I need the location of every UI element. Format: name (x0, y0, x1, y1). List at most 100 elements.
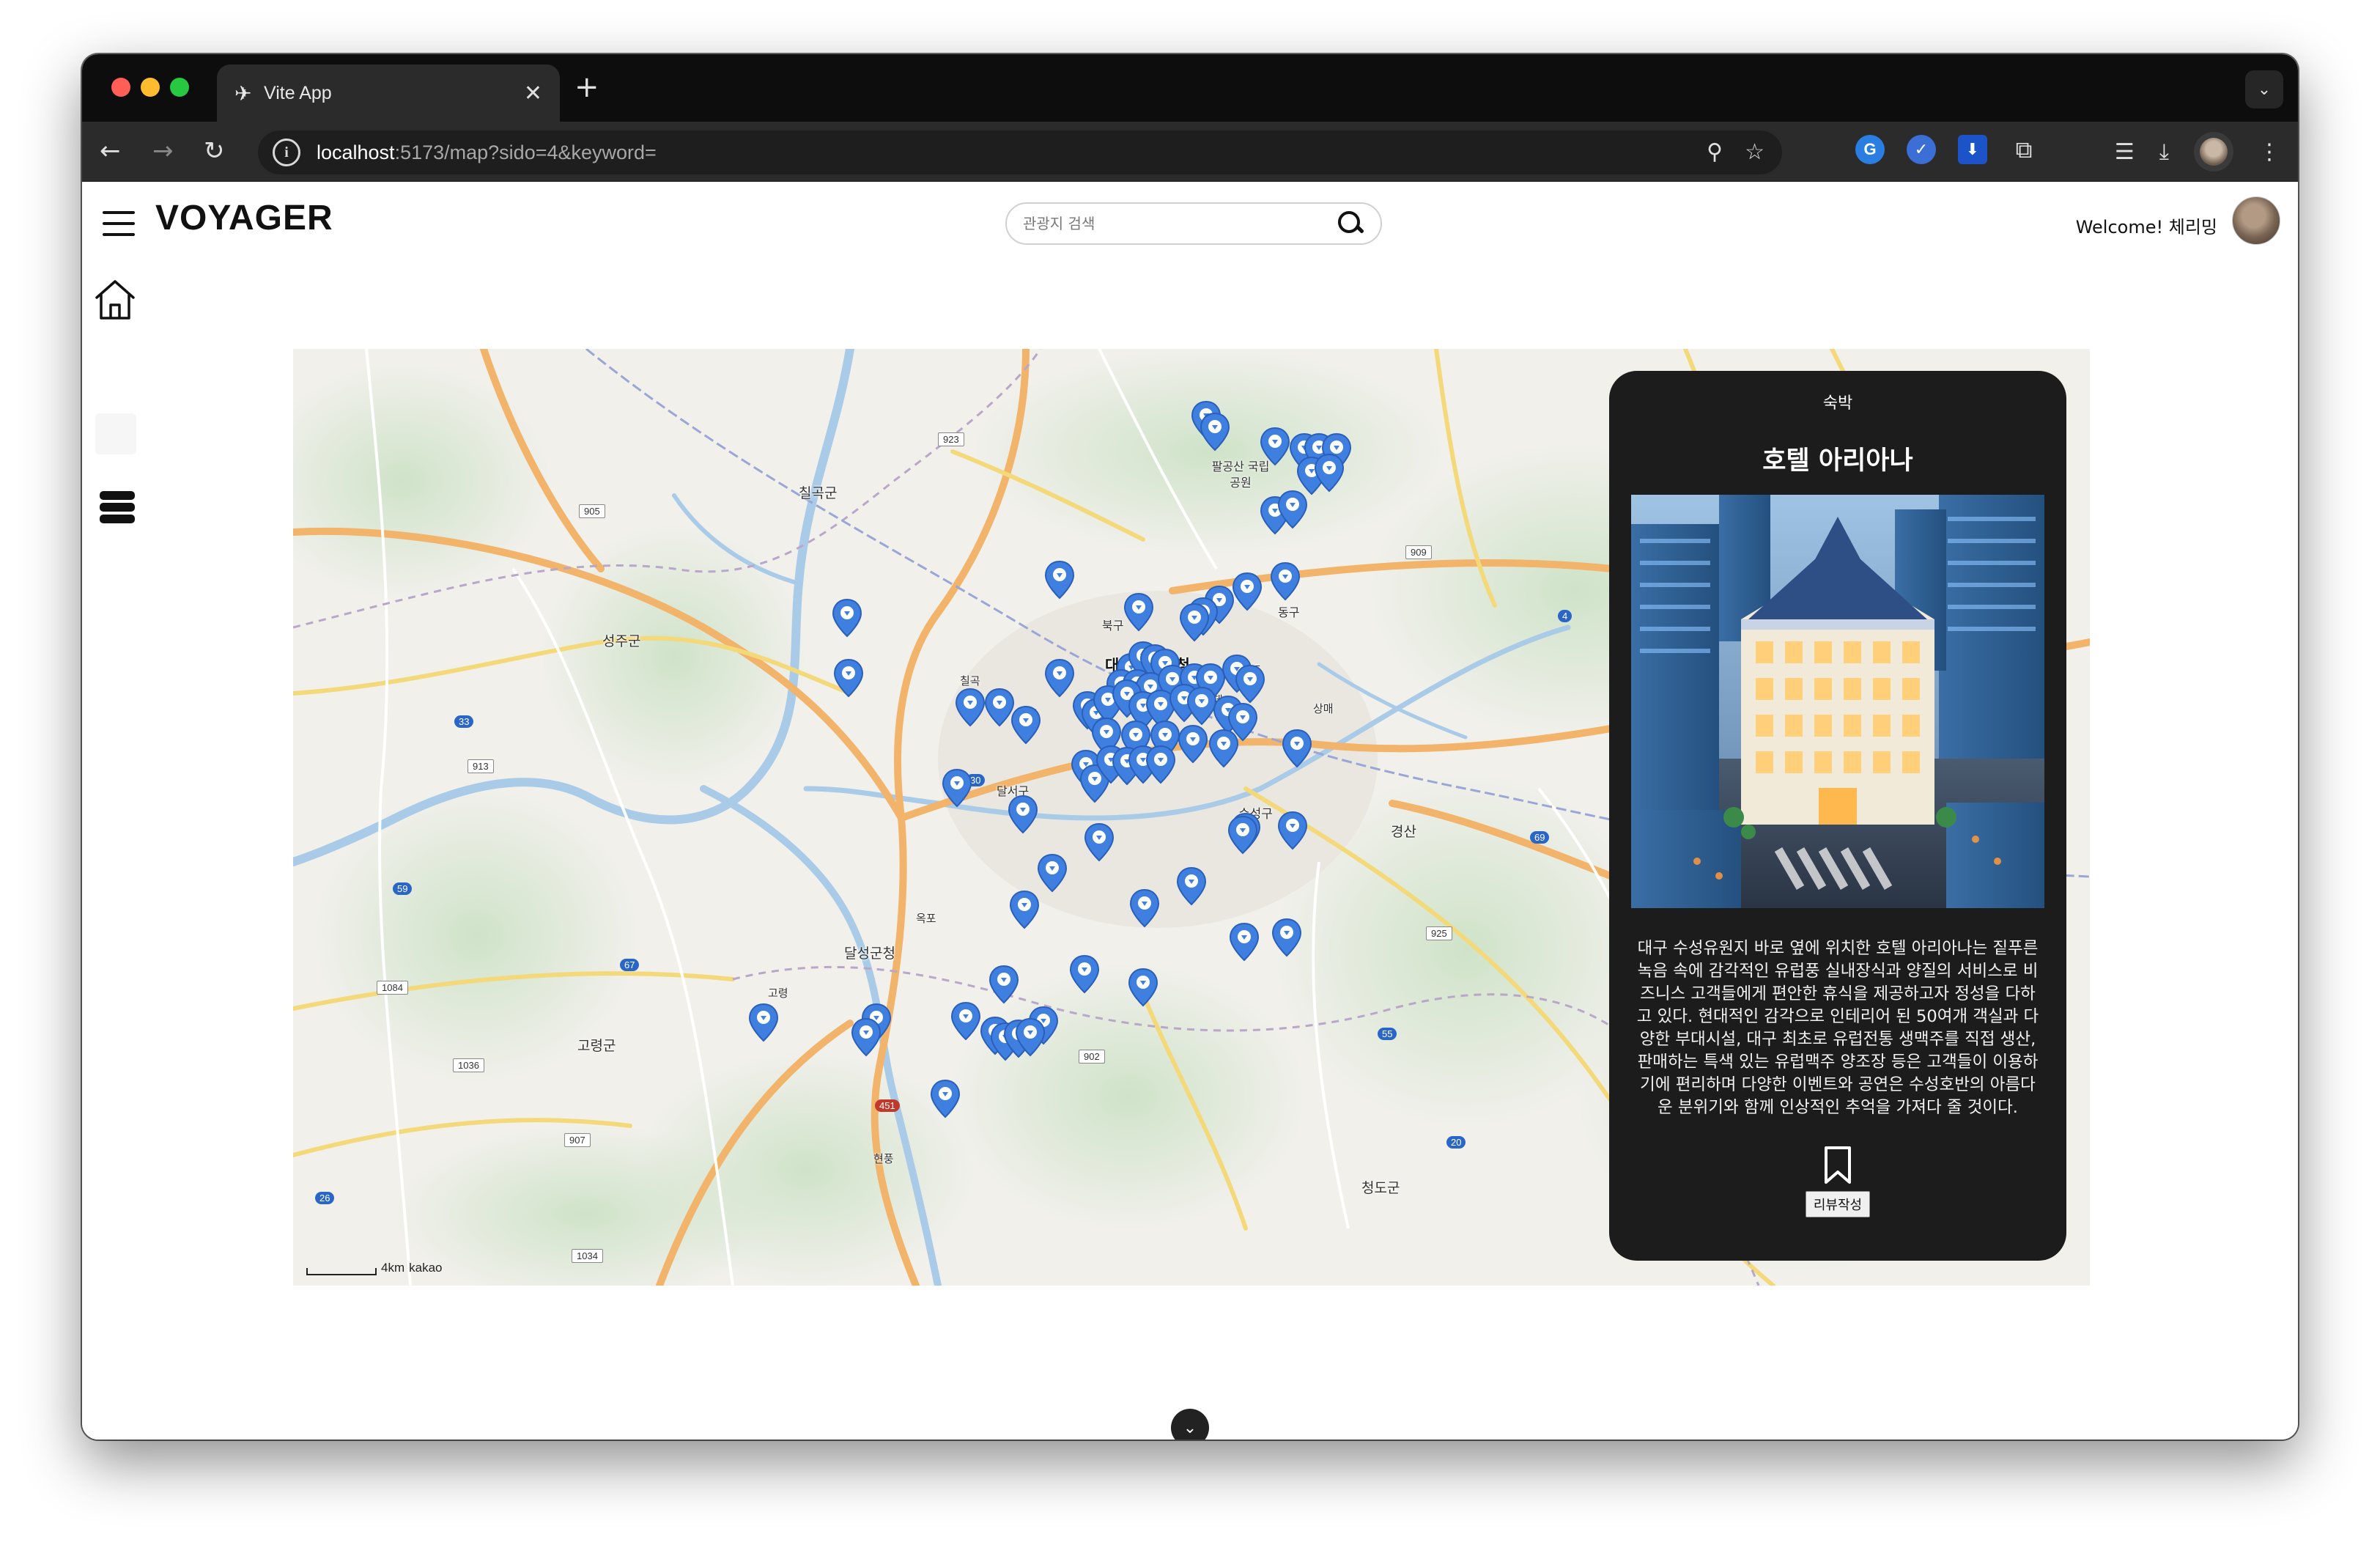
route-shield: 67 (620, 959, 640, 971)
map-marker-icon[interactable] (1271, 918, 1303, 957)
map-marker-icon[interactable] (832, 658, 865, 698)
map-marker-icon[interactable] (1127, 968, 1159, 1007)
map-marker-icon[interactable] (1269, 561, 1301, 601)
tab-close-icon[interactable]: ✕ (524, 81, 542, 106)
profile-button[interactable] (2194, 132, 2233, 172)
map-label: 칠곡 (960, 674, 980, 688)
route-shield: 33 (454, 715, 474, 728)
map-label: 동구 (1278, 605, 1300, 619)
map-marker-icon[interactable] (1068, 954, 1101, 994)
tab-title: Vite App (264, 82, 332, 103)
download-extension-icon[interactable]: ⬇ (1958, 135, 1987, 164)
url-path: :5173/map?sido=4&keyword= (394, 141, 657, 163)
map-marker-icon[interactable] (1259, 427, 1291, 466)
address-bar[interactable]: i localhost:5173/map?sido=4&keyword= ⚲ ☆ (258, 130, 1782, 174)
search-icon[interactable] (1337, 210, 1364, 237)
map-marker-icon[interactable] (1007, 795, 1039, 834)
route-shield: 902 (1079, 1050, 1105, 1064)
map-marker-icon[interactable] (1177, 724, 1209, 764)
forward-button[interactable]: → (152, 136, 174, 166)
write-review-button[interactable]: 리뷰작성 (1805, 1191, 1871, 1217)
map-marker-icon[interactable] (929, 1079, 961, 1118)
map-marker-icon[interactable] (1145, 745, 1177, 784)
map-marker-icon[interactable] (1128, 888, 1161, 928)
welcome-text: Welcome! 체리밍 (2075, 217, 2217, 237)
place-detail-panel: 숙박 호텔 아리아나 대구 수성유원지 바로 옆에 위치한 호텔 아리아나는 짙… (1609, 371, 2066, 1261)
route-shield: 55 (1378, 1028, 1397, 1040)
browser-tab[interactable]: ✈ Vite App ✕ (217, 64, 560, 122)
search-input[interactable] (1023, 215, 1337, 232)
reload-button[interactable]: ↻ (204, 136, 225, 166)
site-info-icon[interactable]: i (273, 139, 300, 166)
home-icon[interactable] (92, 277, 138, 322)
grammarly-extension-icon[interactable]: G (1855, 135, 1885, 164)
map-marker-icon[interactable] (1178, 602, 1211, 642)
map-label: 청도군 (1361, 1180, 1400, 1196)
map-marker-icon[interactable] (941, 768, 973, 808)
map-marker-icon[interactable] (1231, 572, 1263, 611)
downloads-icon[interactable]: ⤓ (2159, 139, 2169, 165)
map-marker-icon[interactable] (1036, 853, 1068, 893)
minimize-window-button[interactable] (141, 78, 160, 97)
brand-logo[interactable]: VOYAGER (155, 198, 333, 238)
profile-avatar (2200, 138, 2228, 166)
place-image (1631, 495, 2044, 908)
route-shield: 1036 (453, 1058, 484, 1072)
route-shield: 26 (315, 1192, 335, 1204)
map-marker-icon[interactable] (1123, 592, 1155, 632)
map-marker-icon[interactable] (831, 598, 863, 638)
map-marker-icon[interactable] (1008, 890, 1041, 929)
kebab-menu-icon[interactable]: ⋮ (2258, 139, 2280, 165)
map-marker-icon[interactable] (954, 688, 986, 727)
map-marker-icon[interactable] (1175, 866, 1208, 906)
map-marker-icon[interactable] (1043, 560, 1076, 600)
hotel-illustration (1631, 495, 2044, 908)
map-marker-icon[interactable] (950, 1001, 982, 1041)
user-avatar[interactable] (2232, 196, 2280, 245)
place-title: 호텔 아리아나 (1762, 446, 1913, 476)
plane-icon: ✈ (234, 81, 252, 106)
tab-search-button[interactable]: ⌄ (2245, 70, 2283, 108)
map-attribution: kakao (409, 1261, 443, 1275)
route-shield: 1034 (572, 1249, 603, 1263)
hamburger-menu-icon[interactable] (103, 211, 135, 237)
reading-list-icon[interactable]: ☰ (2115, 139, 2135, 165)
map-marker-icon[interactable] (1276, 811, 1309, 850)
route-shield: 4 (1558, 610, 1572, 622)
list-stack-icon[interactable] (100, 491, 135, 529)
zoom-window-button[interactable] (170, 78, 189, 97)
route-shield: 59 (393, 882, 413, 895)
map-marker-icon[interactable] (1208, 729, 1240, 768)
map-scale: 4km kakao (306, 1261, 443, 1275)
close-window-button[interactable] (111, 78, 130, 97)
map-marker-icon[interactable] (1199, 412, 1231, 452)
map-label: 성주군 (602, 633, 641, 649)
back-button[interactable]: ← (100, 136, 121, 166)
check-extension-icon[interactable]: ✓ (1907, 135, 1936, 164)
extensions-puzzle-icon[interactable]: ⧉ (2009, 135, 2039, 164)
map-label: 칠곡군 (799, 485, 838, 501)
map-marker-icon[interactable] (1227, 815, 1259, 855)
map-marker-icon[interactable] (1228, 922, 1260, 962)
app-page: VOYAGER Welcome! 체리밍 (82, 182, 2298, 1440)
zoom-icon[interactable]: ⚲ (1707, 139, 1723, 165)
map-marker-icon[interactable] (1313, 453, 1345, 493)
map-marker-icon[interactable] (988, 965, 1020, 1004)
map-marker-icon[interactable] (1276, 490, 1309, 529)
search-bar (1005, 202, 1382, 245)
map-marker-icon[interactable] (1083, 822, 1115, 862)
place-description: 대구 수성유원지 바로 옆에 위치한 호텔 아리아나는 짙푸른 녹음 속에 감각… (1636, 939, 2039, 1117)
route-shield: 925 (1426, 926, 1452, 940)
map-marker-icon[interactable] (1281, 729, 1313, 768)
map-marker-icon[interactable] (1010, 705, 1042, 745)
route-shield: 907 (564, 1133, 591, 1147)
bookmark-star-icon[interactable]: ☆ (1745, 139, 1764, 165)
map-marker-icon[interactable] (747, 1003, 780, 1042)
new-tab-button[interactable]: + (574, 70, 599, 104)
map-label: 상매 (1313, 702, 1334, 715)
scale-bar (306, 1268, 377, 1275)
bookmark-icon[interactable] (1822, 1146, 1853, 1185)
map-marker-icon[interactable] (850, 1017, 882, 1057)
map-marker-icon[interactable] (1014, 1017, 1046, 1057)
sidebar-placeholder-icon[interactable] (95, 413, 136, 454)
